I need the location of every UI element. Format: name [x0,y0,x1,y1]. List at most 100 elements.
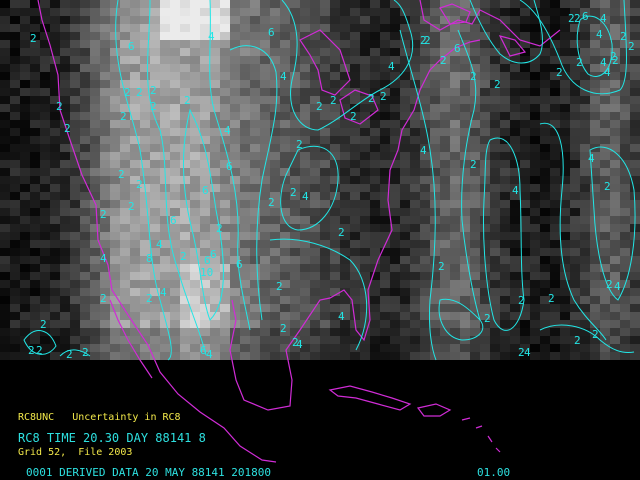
contour-label: 2 [276,280,283,293]
contour-label: 4 [600,12,607,25]
contour-label: 2 [380,90,387,103]
contour-label: 6 [128,40,135,53]
contour-label: 4 [596,28,603,41]
contour-label: 2 [118,168,125,181]
contour-label-layer: 264 62222 42 2 22222 24422 2 2 222642426622222 42… [28,10,635,361]
contour-label: 2 [592,328,599,341]
contour-label: 2 [120,110,127,123]
contour-label: 2 [316,100,323,113]
contour-label: 4 [588,152,595,165]
contour-label: 2 [484,312,491,325]
contour-line [182,108,224,321]
lesser-antilles [461,417,501,453]
contour-label: 6 [454,42,461,55]
map-overlay: 264 62222 42 2 22222 24422 2 2 222642426622222 42… [23,0,636,463]
contour-label: 2 [628,40,635,53]
time-caption: RC8 TIME 20.30 DAY 88141 8 [18,431,206,445]
status-value: 01.00 [477,466,511,479]
contour-label: 2 [470,158,477,171]
contour-label: 6 [200,344,207,357]
contour-label: 2 [128,200,135,213]
product-code: RC8UNC [18,412,55,423]
contour-label: 2 [136,178,143,191]
product-description: Uncertainty in RC8 [72,412,181,423]
contour-label: 2 [438,260,445,273]
gulf-coastline [229,39,481,411]
contour-label: 2 [216,222,223,235]
contour-label: 4 [208,30,215,43]
contour-line [457,29,481,321]
contour-label: 2 [290,186,297,199]
contour-line [539,324,635,353]
contour-label: 6 [170,214,177,227]
contour-label: 2 [440,54,447,67]
contour-label: 6 [236,258,243,271]
contour-label: 4 [524,346,531,359]
contour-label: 2 [28,344,35,357]
contour-label: 2 [64,122,71,135]
contour-label: 2 [574,334,581,347]
contour-label: 2 [136,86,143,99]
contour-label: 4 [512,184,519,197]
contour-label: 2 [30,32,37,45]
contour-label: 2 [518,294,525,307]
contour-label: 4 [388,60,395,73]
contour-label: 2 [66,348,73,361]
contour-label: 4 [280,70,287,83]
contour-label: 2 [494,78,501,91]
great-lakes [299,29,351,96]
contour-label: 4 [100,252,107,265]
contour-label: 2 [280,322,287,335]
contour-label: 10 [200,266,213,279]
contour-label: 2 [576,56,583,69]
contour-label: 4 [160,286,167,299]
contour-label: 2 [606,278,613,291]
contour-label: 2 [82,346,89,359]
contour-label: 2 [124,86,131,99]
contour-label: 2 [180,250,187,263]
contour-label: 2 [100,292,107,305]
status-line: 0001 DERIVED DATA 20 MAY 88141 201800 [26,466,272,479]
contour-label: 2 [296,138,303,151]
contour-label: 2 [574,12,581,25]
contour-label: 2 [268,196,275,209]
contour-label: 2 [292,336,299,349]
contour-label: 2 [470,70,477,83]
hudson-bay-coast [419,0,561,47]
contour-label: 8 [146,252,153,265]
contour-line [399,29,437,361]
west-coastline [37,0,277,463]
baja-coastline [109,299,153,379]
contour-label: 2 [56,100,63,113]
contour-label: 2 [36,344,43,357]
contour-label: 6 [268,26,275,39]
contour-label: 2 [350,110,357,123]
grid-caption: Grid 52, File 2003 [18,447,133,458]
contour-label: 2 [330,94,337,107]
contour-label: 4 [614,280,621,293]
contour-layer [23,0,636,361]
contour-line [229,45,278,321]
contour-line [147,0,207,356]
contour-label: 6 [202,184,209,197]
coastline-layer [37,0,561,463]
contour-label: 4 [156,238,163,251]
contour-label: 2 [604,180,611,193]
contour-label: 2 [40,318,47,331]
contour-label: 2 [100,208,107,221]
hispaniola [416,403,452,417]
contour-label: 4 [206,348,213,361]
contour-label: 2 [368,92,375,105]
contour-label: 6 [582,10,589,23]
satellite-map: 2646222242222222244222222264242662222242… [0,0,640,480]
contour-label: 2 [556,66,563,79]
contour-label: 2 [338,226,345,239]
cuba [328,385,412,411]
contour-label: 2 [548,292,555,305]
contour-label: 6 [226,160,233,173]
contour-label: 2 [146,292,153,305]
contour-label: 4 [604,66,611,79]
contour-label: 2 [424,34,431,47]
contour-label: 6 [210,248,217,261]
contour-label: 2 [150,100,157,113]
